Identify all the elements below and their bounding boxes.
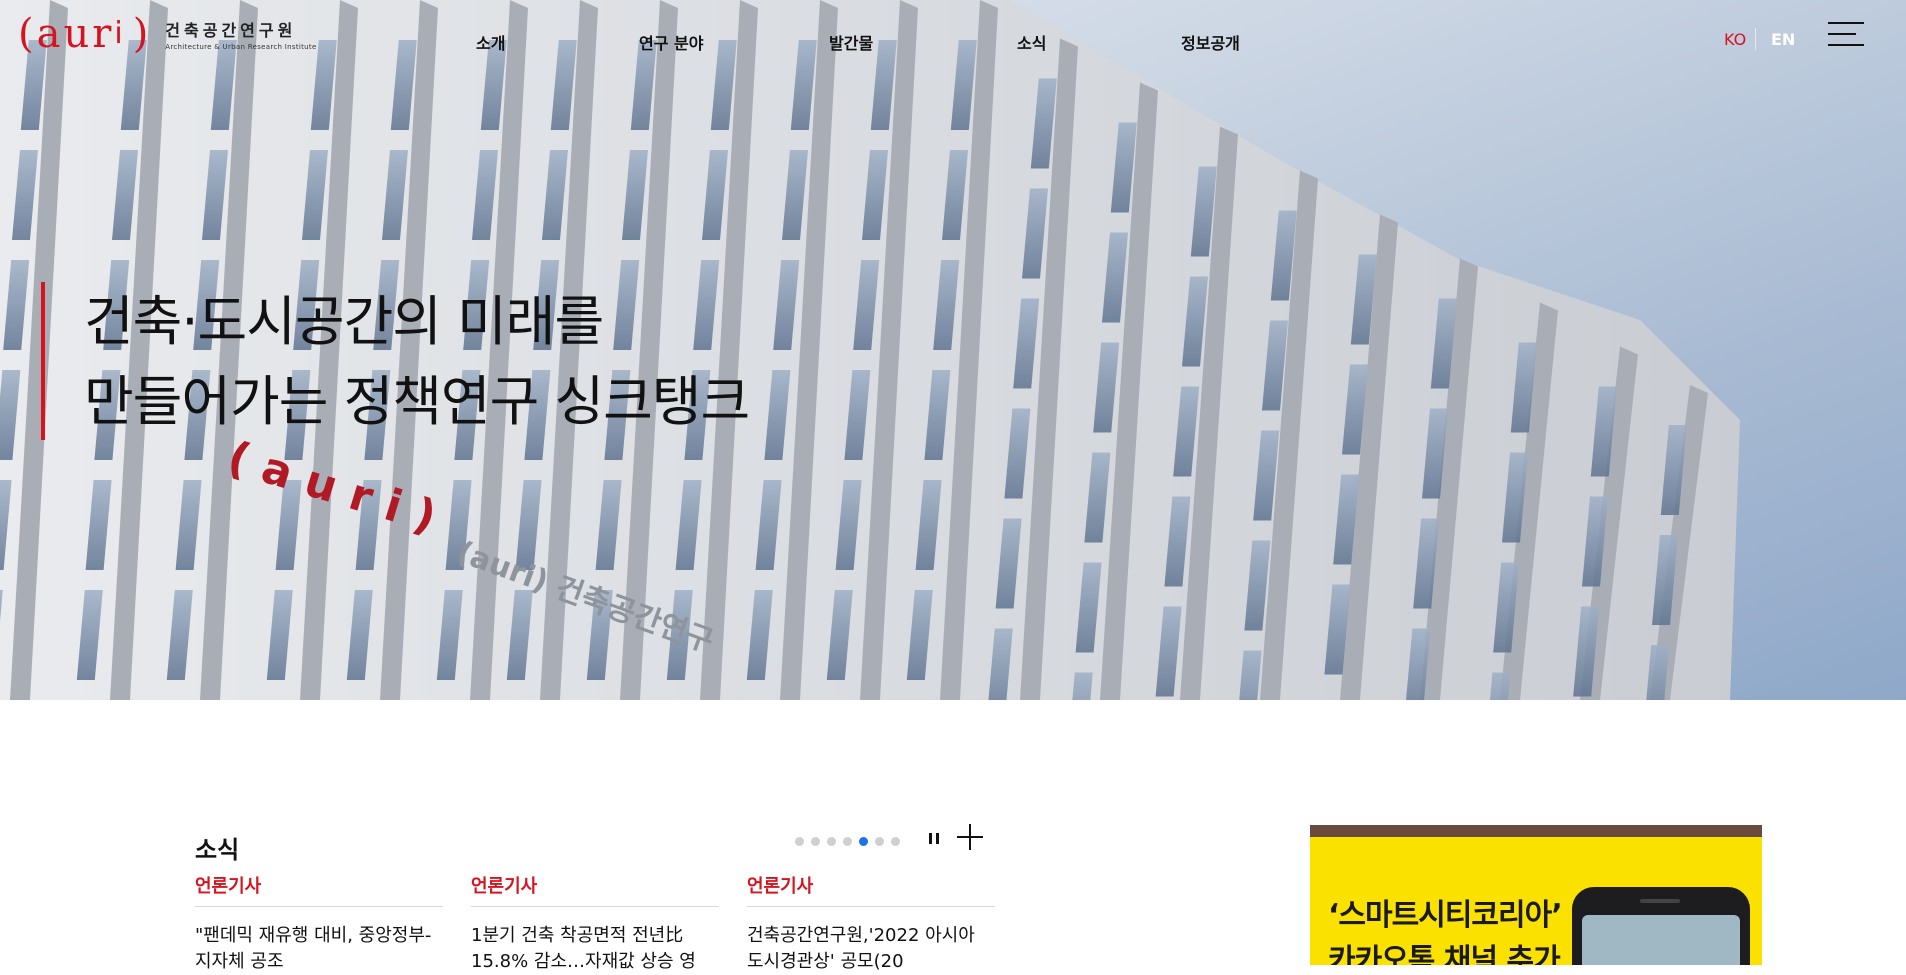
- hero-headline-line1: 건축·도시공간의 미래를: [84, 290, 604, 353]
- news-section-title: 소식: [195, 836, 240, 864]
- news-category: 언론기사: [471, 876, 538, 897]
- news-card[interactable]: 언론기사 건축공간연구원,'2022 아시아 도시경관상' 공모(20: [747, 872, 995, 975]
- slide-dot[interactable]: [811, 837, 820, 846]
- slide-dot[interactable]: [827, 837, 836, 846]
- nav-item-research[interactable]: 연구 분야: [639, 30, 703, 54]
- news-category: 언론기사: [195, 876, 262, 897]
- news-card[interactable]: 언론기사 1분기 건축 착공면적 전년比 15.8% 감소…자재값 상승 영: [471, 872, 719, 975]
- banner-title-line1: ‘스마트시티코리아’: [1328, 898, 1563, 933]
- slide-dot[interactable]: [859, 837, 868, 846]
- main-nav: 소개 연구 분야 발간물 소식 정보공개: [0, 30, 1906, 53]
- hero-headline-line2: 만들어가는 정책연구 싱크탱크: [84, 370, 750, 433]
- nav-item-disclosure[interactable]: 정보공개: [1181, 30, 1240, 54]
- nav-item-news[interactable]: 소식: [1017, 30, 1046, 54]
- slide-dot[interactable]: [843, 837, 852, 846]
- phone-illustration: [1572, 887, 1750, 965]
- news-headline[interactable]: 1분기 건축 착공면적 전년比 15.8% 감소…자재값 상승 영: [471, 923, 719, 975]
- slide-pagination: [795, 837, 900, 846]
- nav-item-publications[interactable]: 발간물: [829, 30, 873, 54]
- divider: [471, 906, 719, 907]
- divider: [747, 906, 995, 907]
- lang-divider: [1755, 28, 1756, 50]
- pause-icon[interactable]: [927, 831, 941, 847]
- lang-ko-link[interactable]: KO: [1724, 30, 1746, 49]
- news-headline[interactable]: 건축공간연구원,'2022 아시아 도시경관상' 공모(20: [747, 923, 995, 975]
- slide-dot[interactable]: [795, 837, 804, 846]
- lang-en-link[interactable]: EN: [1771, 30, 1795, 49]
- banner-top-stripe: [1310, 825, 1762, 837]
- divider: [195, 906, 443, 907]
- hero-banner: ( a u r i ) (auri) 건축공간연구 (auri) 건축공간연구원…: [0, 0, 1906, 700]
- hamburger-menu-icon[interactable]: [1828, 22, 1864, 48]
- news-card[interactable]: 언론기사 "팬데믹 재유행 대비, 중앙정부- 지자체 공조: [195, 872, 443, 975]
- slide-dot[interactable]: [891, 837, 900, 846]
- kakao-channel-banner[interactable]: ‘스마트시티코리아’ 카카오톡 채널 추가: [1310, 825, 1762, 965]
- banner-title-line2: 카카오톡 채널 추가: [1328, 943, 1561, 965]
- more-plus-icon[interactable]: [955, 822, 985, 852]
- news-category: 언론기사: [747, 876, 814, 897]
- nav-item-about[interactable]: 소개: [476, 30, 505, 54]
- hero-accent-bar: [41, 282, 45, 440]
- news-headline[interactable]: "팬데믹 재유행 대비, 중앙정부- 지자체 공조: [195, 923, 443, 975]
- slide-dot[interactable]: [875, 837, 884, 846]
